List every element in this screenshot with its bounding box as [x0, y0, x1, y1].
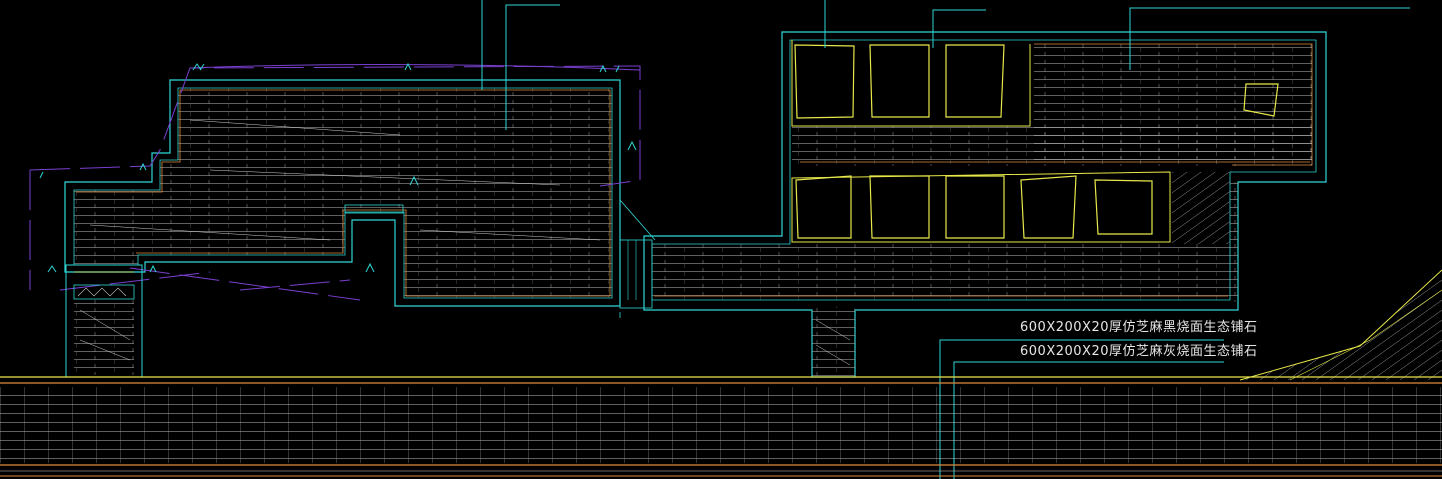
right-wedge-hatch	[1230, 182, 1238, 302]
window-top-3	[945, 44, 1005, 118]
cad-plan-drawing	[0, 0, 1442, 479]
yellow-enclosure-top	[791, 40, 1031, 127]
annotation-black-paver: 600X200X20厚仿芝麻黑烧面生态铺石	[1020, 320, 1258, 335]
left-plaza-fill	[74, 88, 612, 298]
window-top-1	[794, 44, 855, 119]
left-paved-plaza	[64, 79, 621, 307]
sloped-terrain	[1239, 269, 1442, 381]
yellow-enclosure-bottom	[791, 171, 1171, 243]
top-window-row	[794, 44, 1005, 119]
annotation-grey-paver: 600X200X20厚仿芝麻灰烧面生态铺石	[1020, 344, 1258, 359]
steps-block	[74, 300, 134, 375]
mid-band-paving	[792, 126, 1312, 166]
stair-column	[812, 306, 855, 376]
window-top-2	[869, 44, 930, 118]
window-bottom-3	[945, 175, 1005, 239]
right-lower-paving	[652, 244, 1230, 300]
window-bottom-4	[1020, 175, 1077, 239]
street-pavement	[0, 376, 1442, 477]
bottom-window-row	[795, 175, 1153, 239]
connecting-channel	[619, 199, 656, 318]
window-bottom-5	[1094, 179, 1153, 235]
window-bottom-2	[869, 175, 930, 239]
right-column-hatch	[1172, 172, 1230, 244]
window-bottom-1	[795, 175, 852, 239]
street-paving	[0, 387, 1442, 463]
